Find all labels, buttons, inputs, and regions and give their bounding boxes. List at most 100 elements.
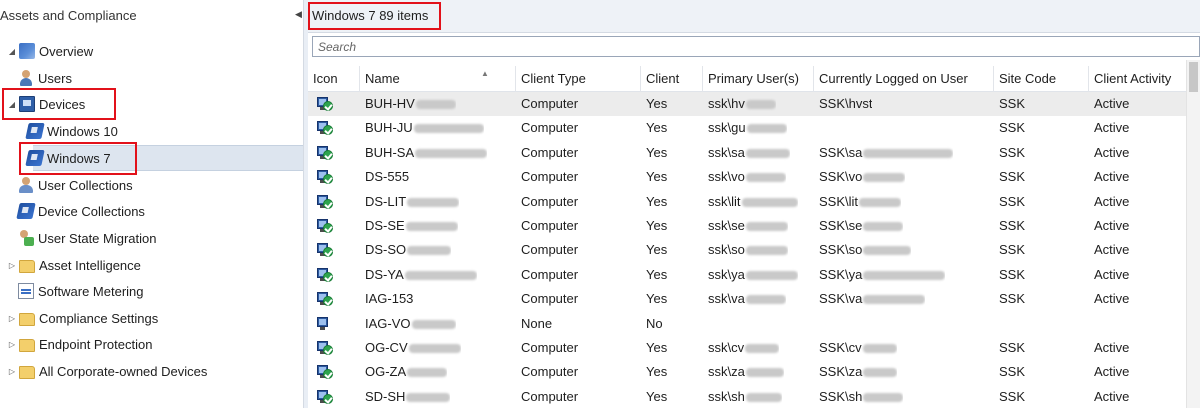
column-header-client-type[interactable]: Client Type (516, 66, 641, 92)
tree-item-user-state-migration[interactable]: User State Migration (18, 226, 157, 250)
tree-item-compliance-settings[interactable]: ▷ Compliance Settings (5, 306, 158, 330)
table-row[interactable]: BUH-JU Computer Yes ssk\gu SSK Active (308, 116, 1194, 140)
cell-text: SSK\va (819, 291, 863, 307)
cell-site (994, 312, 999, 336)
cell-text: ssk\gu (708, 120, 746, 136)
cell-primary-user: ssk\sh (703, 385, 782, 408)
cell-text: SSK (999, 218, 1026, 233)
table-row[interactable]: DS-YA Computer Yes ssk\ya SSK\ya SSK Active (308, 263, 1194, 287)
cell-text: Computer (521, 340, 579, 355)
column-header-site-code[interactable]: Site Code (994, 66, 1089, 92)
cell-site: SSK (994, 116, 1025, 140)
cell-text: Computer (521, 266, 579, 282)
column-header-icon[interactable]: Icon (308, 66, 360, 92)
collapsed-arrow-icon[interactable]: ▷ (5, 340, 19, 349)
cell-activity: Active (1089, 263, 1129, 287)
cell-primary-user: ssk\ya (703, 263, 798, 287)
table-row[interactable]: SD-SH Computer Yes ssk\sh SSK\sh SSK Active (308, 385, 1194, 408)
cell-client: Yes (641, 116, 667, 140)
column-header-client-activity[interactable]: Client Activity (1089, 66, 1194, 92)
cell-text: SSK (999, 193, 1026, 209)
redacted-text (745, 392, 782, 402)
tree-item-software-metering[interactable]: Software Metering (18, 279, 144, 303)
vertical-scrollbar[interactable] (1186, 60, 1200, 408)
redacted-text (863, 295, 926, 305)
cell-site: SSK (994, 165, 1025, 189)
table-row[interactable]: BUH-SA Computer Yes ssk\sa SSK\sa SSK Active (308, 141, 1194, 165)
cell-text: Computer (521, 169, 579, 185)
cell-text: Yes (646, 120, 668, 136)
cell-name: SD-SH (360, 385, 451, 408)
redacted-text (404, 270, 477, 280)
tree-item-endpoint-protection[interactable]: ▷ Endpoint Protection (5, 332, 152, 356)
cell-client-type: Computer (516, 92, 578, 116)
redacted-text (863, 368, 898, 378)
cell-site: SSK (994, 92, 1025, 116)
tree-item-device-collections[interactable]: Device Collections (16, 199, 145, 223)
redacted-text (745, 270, 798, 280)
table-row[interactable]: OG-CV Computer Yes ssk\cv SSK\cv SSK Active (308, 336, 1194, 360)
tree-item-label: Asset Intelligence (39, 257, 141, 273)
redacted-text (411, 319, 456, 329)
cell-text: ssk\hv (708, 96, 745, 111)
cell-text: SSK\se (819, 218, 863, 233)
cell-site: SSK (994, 263, 1025, 287)
cell-logged-on: SSK\lit (814, 190, 902, 214)
cell-text: Computer (521, 144, 579, 160)
redacted-text (745, 222, 788, 232)
table-row[interactable]: DS-LIT Computer Yes ssk\lit SSK\lit SSK Active (308, 190, 1194, 214)
column-header-logged-on-user[interactable]: Currently Logged on User (814, 66, 994, 92)
collapsed-arrow-icon[interactable]: ▷ (5, 261, 19, 270)
cell-site: SSK (994, 238, 1025, 262)
cell-text: ssk\vo (708, 169, 745, 185)
search-input[interactable] (313, 37, 1199, 56)
cell-name: DS-555 (360, 165, 409, 189)
tree-item-all-corporate-owned-devices[interactable]: ▷ All Corporate-owned Devices (5, 359, 207, 383)
cell-text: Active (1094, 120, 1130, 136)
cell-client-type: Computer (516, 214, 578, 238)
collapse-pane-icon[interactable]: ◀ (295, 9, 302, 20)
table-row[interactable]: BUH-HV Computer Yes ssk\hv SSK\hvst SSK Active (308, 92, 1194, 116)
folder-icon (19, 259, 35, 273)
cell-activity: Active (1089, 287, 1129, 311)
table-row[interactable]: OG-ZA Computer Yes ssk\za SSK\za SSK Active (308, 360, 1194, 384)
managed-computer-icon (317, 267, 333, 283)
expanded-arrow-icon[interactable]: ◢ (5, 47, 19, 56)
column-header-client[interactable]: Client (641, 66, 703, 92)
cell-text: ssk\sh (708, 388, 745, 404)
cell-logged-on: SSK\so (814, 238, 912, 262)
column-header-primary-users[interactable]: Primary User(s) (703, 66, 814, 92)
tree-item-label: Users (38, 70, 72, 86)
collapsed-arrow-icon[interactable]: ▷ (5, 367, 19, 376)
cell-site: SSK (994, 141, 1025, 165)
column-header-name[interactable]: Name ▲ (360, 66, 516, 92)
scrollbar-thumb[interactable] (1189, 62, 1198, 92)
cell-text: Yes (646, 169, 668, 185)
table-row[interactable]: IAG-153 Computer Yes ssk\va SSK\va SSK Active (308, 287, 1194, 311)
table-row[interactable]: DS-555 Computer Yes ssk\vo SSK\vo SSK Active (308, 165, 1194, 189)
cell-client: Yes (641, 141, 667, 165)
table-row[interactable]: DS-SO Computer Yes ssk\so SSK\so SSK Active (308, 238, 1194, 262)
tree-item-windows-10[interactable]: Windows 10 (25, 119, 118, 143)
tree-item-users[interactable]: Users (18, 66, 72, 90)
cell-text: Yes (646, 364, 668, 380)
managed-computer-icon (317, 340, 333, 356)
table-row[interactable]: IAG-VO None No (308, 312, 1194, 336)
redacted-text (746, 124, 787, 134)
cell-text: Active (1094, 242, 1130, 258)
collapsed-arrow-icon[interactable]: ▷ (5, 314, 19, 323)
table-row[interactable]: DS-SE Computer Yes ssk\se SSK\se SSK Active (308, 214, 1194, 238)
redacted-text (863, 246, 912, 256)
search-box[interactable] (312, 36, 1200, 57)
cell-logged-on (814, 116, 819, 140)
cell-client: Yes (641, 385, 667, 408)
cell-text: SSK (999, 96, 1026, 111)
overview-icon (19, 43, 35, 59)
tree-item-user-collections[interactable]: User Collections (18, 173, 133, 197)
cell-text: DS-555 (365, 169, 410, 185)
tree-item-asset-intelligence[interactable]: ▷ Asset Intelligence (5, 253, 141, 277)
folder-icon (19, 312, 35, 326)
tree-item-overview[interactable]: ◢ Overview (5, 39, 93, 63)
cell-activity: Active (1089, 190, 1129, 214)
workspace-title: Assets and Compliance (0, 8, 137, 23)
